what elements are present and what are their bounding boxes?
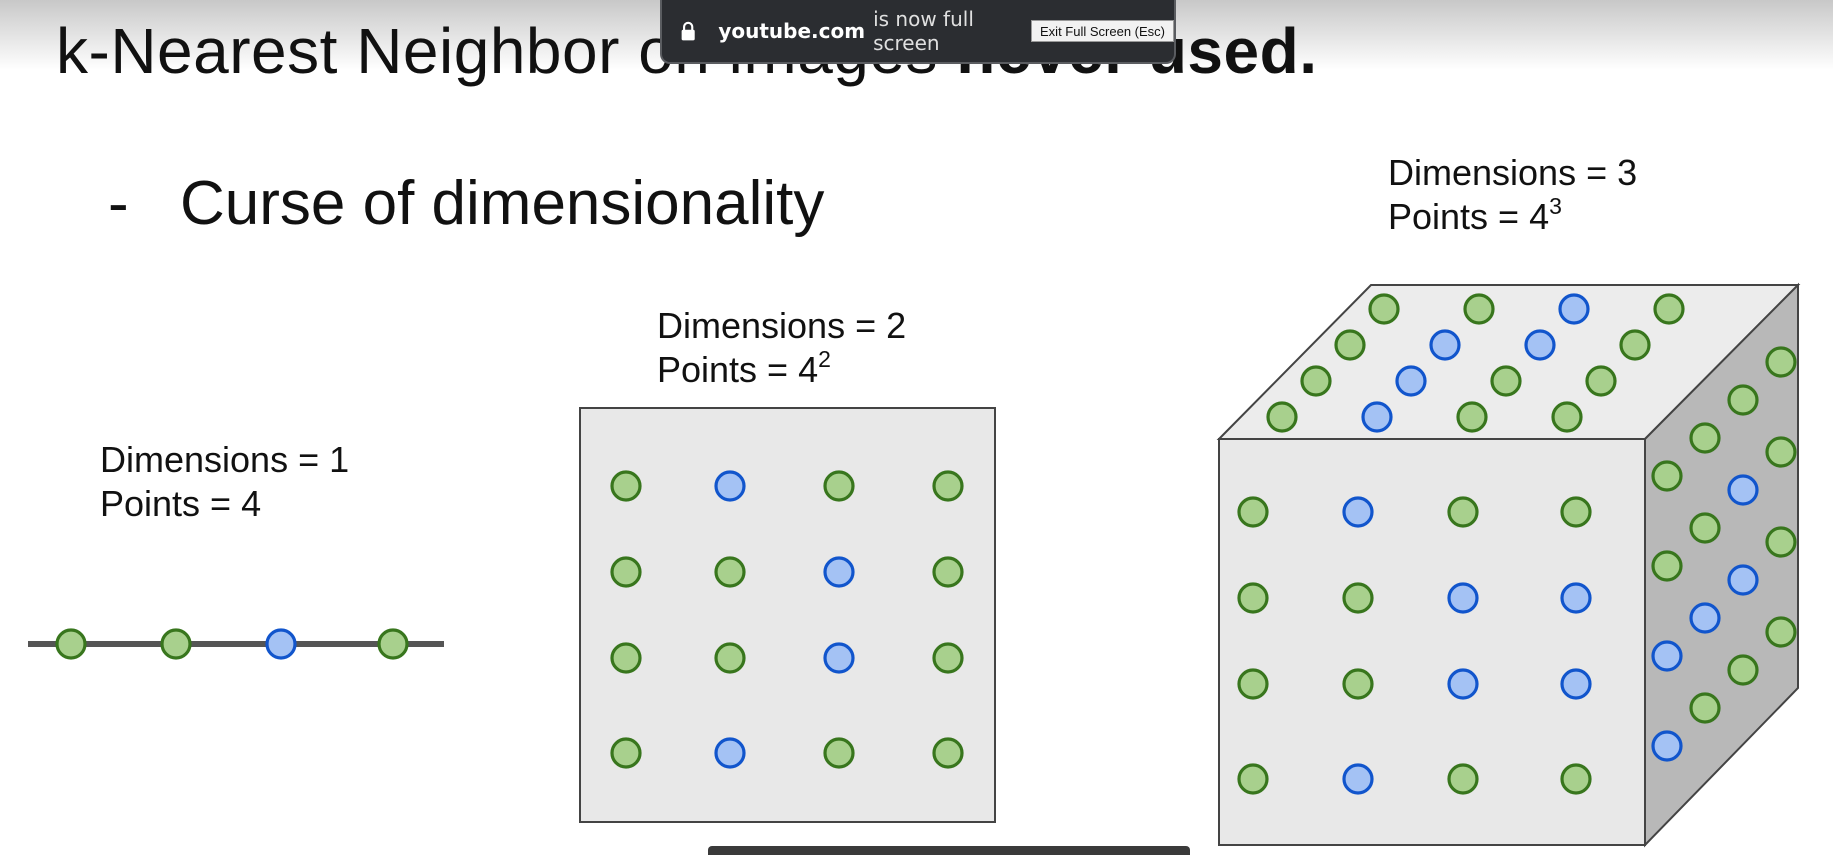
data-point-2d [932, 737, 964, 769]
data-point-3d-top [1558, 293, 1590, 325]
data-point-3d-front [1447, 668, 1479, 700]
data-point-1d [160, 628, 192, 660]
data-point-2d [932, 556, 964, 588]
data-point-3d-front [1237, 496, 1269, 528]
data-point-2d [714, 642, 746, 674]
data-point-2d [932, 642, 964, 674]
data-point-3d-front [1237, 668, 1269, 700]
data-point-2d [714, 556, 746, 588]
data-point-3d-side [1765, 616, 1797, 648]
data-point-3d-front [1560, 668, 1592, 700]
data-point-3d-side [1765, 436, 1797, 468]
data-point-3d-front [1342, 668, 1374, 700]
data-point-3d-top [1395, 365, 1427, 397]
data-point-3d-top [1429, 329, 1461, 361]
data-point-3d-side [1727, 474, 1759, 506]
fullscreen-message: is now full screen [873, 7, 974, 55]
fullscreen-domain: youtube.com [718, 19, 866, 43]
data-point-3d-top [1524, 329, 1556, 361]
data-point-3d-side [1651, 640, 1683, 672]
lecture-slide: k-Nearest Neighbor on images never used.… [0, 0, 1833, 855]
data-point-3d-side [1689, 422, 1721, 454]
data-point-3d-front [1560, 582, 1592, 614]
data-point-3d-top [1551, 401, 1583, 433]
data-point-2d [714, 737, 746, 769]
data-point-3d-side [1727, 564, 1759, 596]
player-control-bar[interactable] [708, 846, 1190, 855]
data-point-2d [610, 470, 642, 502]
data-point-3d-front [1237, 763, 1269, 795]
data-point-2d [610, 556, 642, 588]
data-point-3d-top [1456, 401, 1488, 433]
data-point-2d [714, 470, 746, 502]
data-point-3d-side [1689, 512, 1721, 544]
data-point-3d-top [1334, 329, 1366, 361]
data-point-2d [823, 556, 855, 588]
data-point-2d [823, 642, 855, 674]
figure-1d-line [28, 628, 444, 660]
data-point-3d-top [1490, 365, 1522, 397]
data-point-3d-top [1361, 401, 1393, 433]
data-point-3d-front [1447, 496, 1479, 528]
data-point-3d-top [1619, 329, 1651, 361]
data-point-3d-top [1266, 401, 1298, 433]
figure-2d-square [579, 407, 996, 823]
data-point-3d-front [1560, 763, 1592, 795]
data-point-3d-top [1368, 293, 1400, 325]
data-point-3d-side [1651, 550, 1683, 582]
dimensionality-figures [28, 282, 1801, 848]
data-point-3d-front [1447, 763, 1479, 795]
data-point-3d-front [1342, 582, 1374, 614]
data-point-3d-front [1342, 763, 1374, 795]
data-point-3d-side [1689, 602, 1721, 634]
data-point-3d-top [1463, 293, 1495, 325]
fullscreen-notification: youtube.com is now full screen Exit Full… [660, 0, 1176, 64]
exit-fullscreen-button[interactable]: Exit Full Screen (Esc) [1031, 20, 1174, 42]
data-point-3d-side [1727, 384, 1759, 416]
data-point-3d-front [1237, 582, 1269, 614]
data-point-3d-side [1651, 730, 1683, 762]
data-point-3d-top [1300, 365, 1332, 397]
square-face [579, 407, 996, 823]
data-point-3d-top [1653, 293, 1685, 325]
data-point-3d-side [1765, 526, 1797, 558]
data-point-3d-front [1342, 496, 1374, 528]
data-point-2d [823, 737, 855, 769]
data-point-1d [55, 628, 87, 660]
data-point-2d [823, 470, 855, 502]
data-point-2d [610, 642, 642, 674]
data-point-3d-side [1727, 654, 1759, 686]
figure-3d-cube [1216, 282, 1801, 848]
data-point-2d [932, 470, 964, 502]
data-point-1d [377, 628, 409, 660]
data-point-1d [265, 628, 297, 660]
data-point-3d-side [1765, 346, 1797, 378]
data-point-3d-side [1689, 692, 1721, 724]
lock-icon [681, 21, 695, 41]
data-point-3d-front [1447, 582, 1479, 614]
data-point-3d-front [1560, 496, 1592, 528]
data-point-3d-top [1585, 365, 1617, 397]
data-point-3d-side [1651, 460, 1683, 492]
data-point-2d [610, 737, 642, 769]
